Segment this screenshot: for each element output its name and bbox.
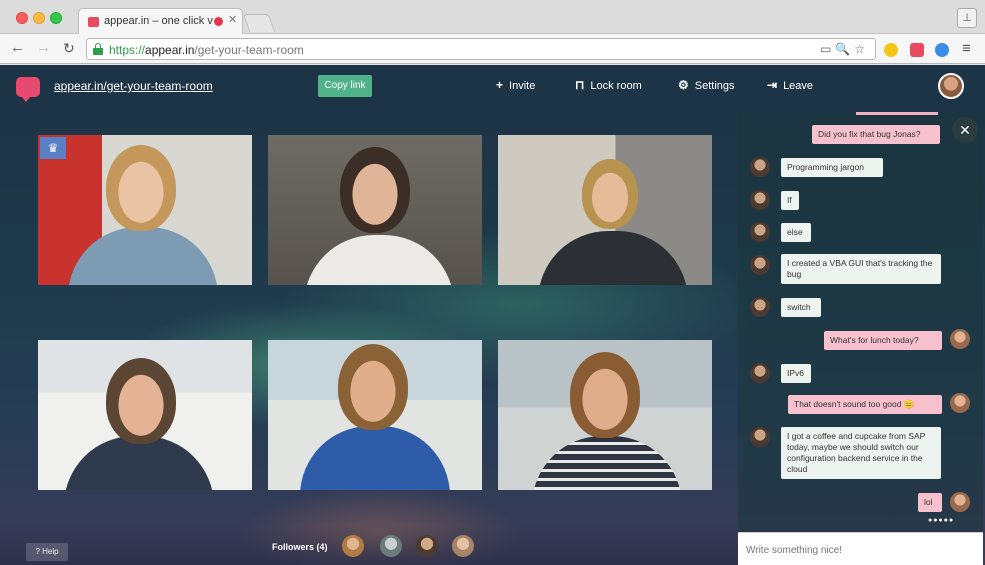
browser-tabstrip: appear.in – one click v ✕ ⊥ [0, 0, 985, 34]
participant-avatar [750, 157, 770, 177]
participant-avatar [750, 427, 770, 447]
back-arrow-icon[interactable]: ← [10, 40, 25, 56]
participant-avatar [750, 363, 770, 383]
participant-face [106, 358, 176, 444]
participant-avatar [750, 255, 770, 275]
participant-figure [538, 231, 688, 285]
chat-composer [738, 532, 983, 565]
close-window-button[interactable] [16, 12, 28, 24]
chat-message: I created a VBA GUI that's tracking the … [781, 254, 941, 284]
video-tile[interactable] [498, 340, 712, 490]
video-tile[interactable] [38, 340, 252, 490]
chat-message-input[interactable] [746, 541, 974, 559]
video-tile[interactable] [268, 135, 482, 285]
follower-avatar[interactable] [380, 535, 402, 557]
lock-icon [93, 43, 103, 55]
chat-message-mine: What's for lunch today? [824, 331, 942, 350]
bookmark-star-icon[interactable]: ▭🔍☆ [820, 42, 869, 56]
chat-message: switch [781, 298, 821, 317]
close-icon[interactable]: ✕ [952, 117, 978, 143]
video-tile[interactable] [268, 340, 482, 490]
exit-icon: ⇥ [767, 78, 778, 92]
help-button[interactable]: ? Help [26, 543, 68, 561]
settings-button[interactable]: ⚙ Settings [678, 78, 735, 92]
chat-top-accent [856, 112, 938, 115]
chat-message: else [781, 223, 811, 242]
follower-avatar[interactable] [452, 535, 474, 557]
room-owner-crown-icon: ♛ [40, 137, 66, 159]
participant-avatar [750, 222, 770, 242]
participant-face [106, 145, 176, 231]
video-tile[interactable] [498, 135, 712, 285]
chat-message-mine: lol [918, 493, 942, 512]
video-room: appear.in/get-your-team-room Copy link +… [0, 65, 985, 565]
forward-arrow-icon[interactable]: → [36, 40, 51, 56]
chat-message: If [781, 191, 799, 210]
read-receipts-icon: ●●●●● [928, 517, 955, 524]
room-name-link[interactable]: appear.in/get-your-team-room [54, 79, 213, 93]
background-landscape [0, 525, 738, 565]
minimize-window-button[interactable] [33, 12, 45, 24]
participant-face [582, 159, 638, 229]
lock-room-label: Lock room [590, 80, 642, 92]
reload-icon[interactable]: ↻ [63, 40, 75, 56]
address-bar[interactable]: https://appear.in/get-your-team-room ▭🔍☆ [86, 38, 876, 60]
invite-button[interactable]: + Invite [496, 78, 535, 92]
participant-face [340, 147, 410, 233]
settings-label: Settings [694, 80, 735, 92]
participant-figure [300, 426, 450, 490]
follower-avatar[interactable] [342, 535, 364, 557]
room-topbar: appear.in/get-your-team-room Copy link +… [0, 65, 985, 107]
followers-label: Followers (4) [272, 542, 328, 552]
url-text[interactable]: https://appear.in/get-your-team-room [109, 43, 304, 57]
participant-avatar [750, 297, 770, 317]
plus-icon: + [496, 78, 504, 92]
recording-indicator-icon [214, 17, 223, 26]
tab-title: appear.in – one click v [104, 15, 213, 27]
follower-avatar[interactable] [416, 535, 438, 557]
participant-avatar [750, 190, 770, 210]
extension-user-icon[interactable] [935, 43, 949, 57]
appear-in-logo-icon[interactable] [16, 77, 40, 102]
lock-room-button[interactable]: ⊓ Lock room [575, 78, 642, 92]
chat-message-mine: Did you fix that bug Jonas? [812, 125, 940, 144]
chat-message-mine: That doesn't sound too good 😐 [788, 395, 942, 414]
participant-figure [68, 227, 218, 285]
browser-toolbar: ← → ↻ https://appear.in/get-your-team-ro… [0, 34, 985, 64]
browser-menu-icon[interactable]: ≡ [962, 40, 971, 57]
appear-in-favicon-icon [88, 17, 99, 27]
participant-face [570, 352, 640, 438]
copy-link-button[interactable]: Copy link [318, 75, 372, 97]
extension-appear-in-icon[interactable] [910, 43, 924, 57]
self-chat-avatar [950, 393, 970, 413]
participant-face [338, 344, 408, 430]
leave-button[interactable]: ⇥ Leave [767, 78, 813, 92]
chat-message: IPv6 [781, 364, 811, 383]
padlock-icon: ⊓ [575, 78, 585, 92]
browser-profile-icon[interactable]: ⊥ [957, 8, 977, 28]
leave-label: Leave [783, 80, 814, 92]
maximize-window-button[interactable] [50, 12, 62, 24]
new-tab-button[interactable] [242, 14, 276, 32]
participant-figure [532, 436, 682, 490]
tab-close-icon[interactable]: ✕ [228, 13, 237, 26]
chat-message: Programming jargon [781, 158, 883, 177]
video-tile[interactable] [38, 135, 252, 285]
self-avatar[interactable] [938, 73, 964, 99]
self-chat-avatar [950, 492, 970, 512]
self-chat-avatar [950, 329, 970, 349]
participant-figure [64, 436, 214, 490]
invite-label: Invite [509, 80, 536, 92]
gear-icon: ⚙ [678, 78, 689, 92]
chat-message: I got a coffee and cupcake from SAP toda… [781, 427, 941, 479]
extension-yellow-icon[interactable] [884, 43, 898, 57]
browser-tab[interactable]: appear.in – one click v ✕ [78, 8, 243, 34]
participant-figure [304, 235, 454, 285]
